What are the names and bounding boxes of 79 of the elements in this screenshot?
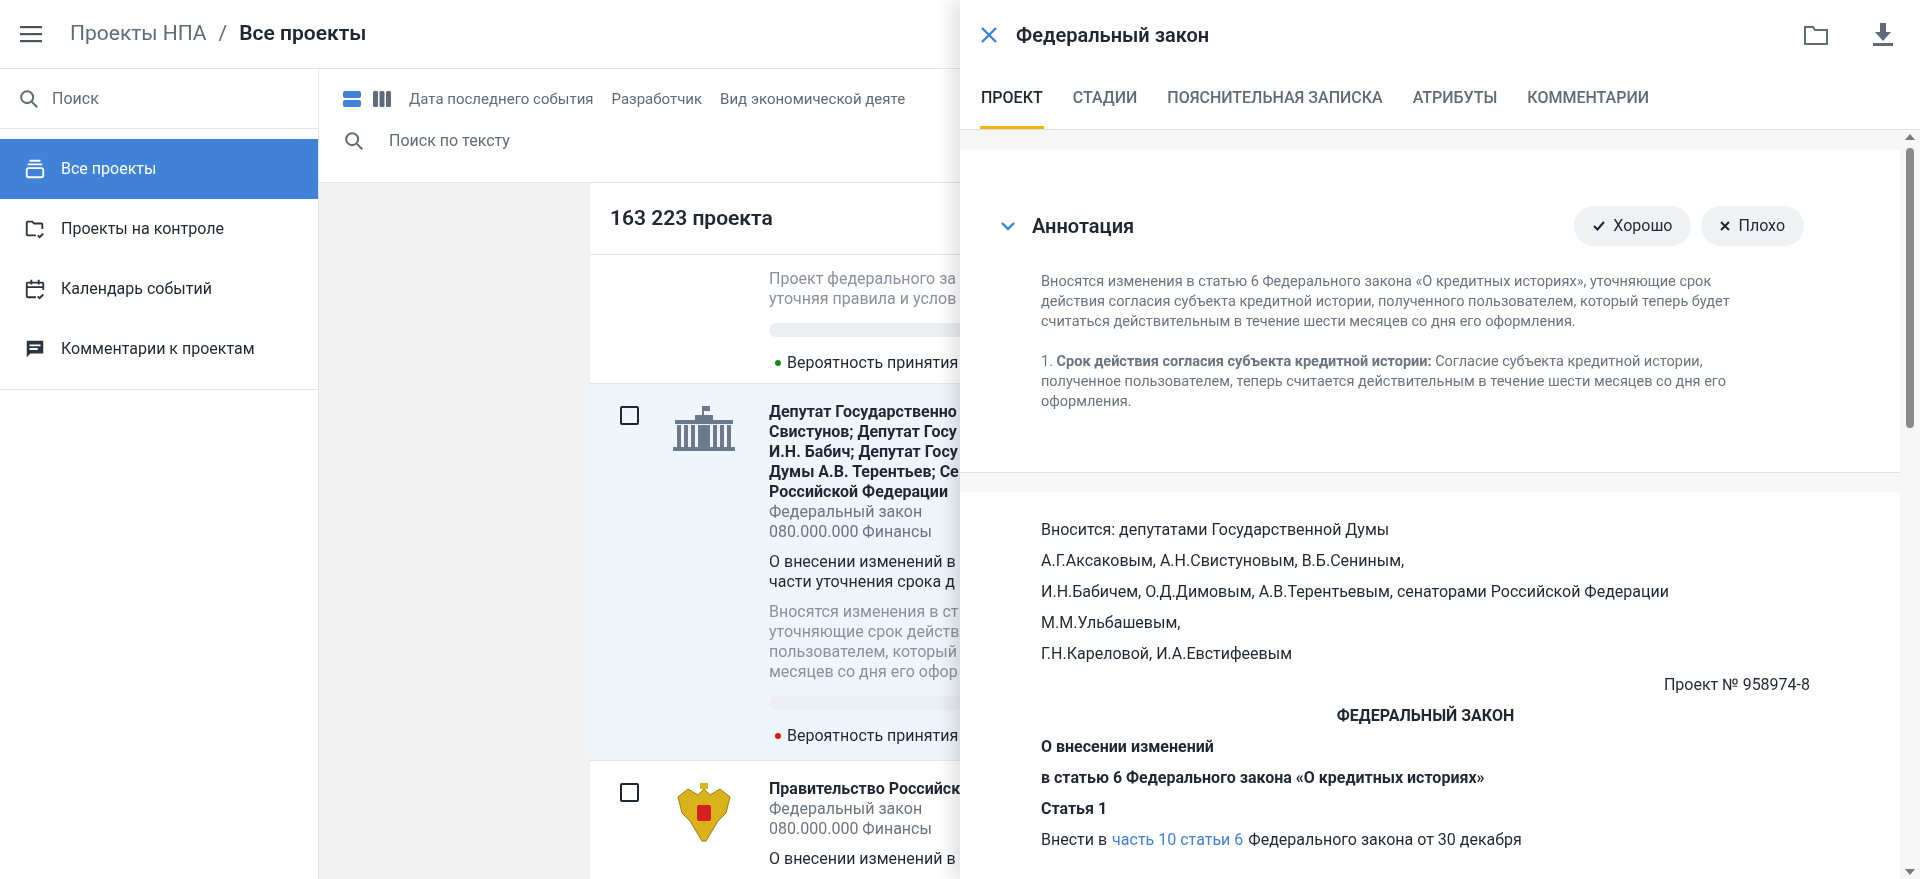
sidebar-item[interactable]: Все проекты: [0, 139, 318, 199]
sidebar-item[interactable]: Комментарии к проектам: [0, 319, 318, 379]
project-row[interactable]: [590, 384, 960, 761]
scrollbar-thumb[interactable]: [1906, 148, 1914, 428]
project-author: Депутат Государственно: [769, 402, 958, 422]
document-heading: ФЕДЕРАЛЬНЫЙ ЗАКОН: [1336, 704, 1515, 727]
annotation-paragraph: 1. Срок действия согласия субъекта кредитной истории: Согласие субъекта кредитной истории, полученное пользователем, теперь считается действительным в течение шести месяцев со дня его оформления.: [1041, 352, 1728, 412]
good-button[interactable]: Хорошо: [1574, 206, 1692, 246]
project-description: уточняя правила и услов: [769, 289, 958, 309]
panel-tab[interactable]: КОММЕНТАРИИ: [1526, 69, 1650, 129]
bad-button[interactable]: Плохо: [1701, 206, 1804, 246]
document-heading: Статья 1: [1041, 798, 1109, 820]
document-heading: в статью 6 Федерального закона «О кредитных историях»: [1041, 767, 1486, 789]
search-icon: [343, 130, 365, 152]
probability-label: Вероятность принятия: [787, 353, 959, 373]
project-title: части уточнения срока д: [769, 572, 956, 592]
filter-button[interactable]: Разработчик: [611, 87, 703, 111]
folder-check-icon: [24, 218, 46, 240]
panel-title: Федеральный закон: [1016, 21, 1211, 49]
document-heading: О внесении изменений: [1041, 736, 1215, 758]
project-title: О внесении изменений в: [769, 849, 957, 869]
document-link[interactable]: часть 10 статьи 6: [1112, 824, 1244, 855]
building-icon: [673, 406, 735, 452]
project-count: 163 223 проекта: [610, 204, 773, 232]
filter-button[interactable]: Вид экономической деяте: [720, 87, 906, 111]
section-title: Аннотация: [1032, 213, 1136, 240]
breadcrumb-item[interactable]: Проекты НПА: [70, 18, 207, 50]
project-category: 080.000.000 Финансы: [769, 819, 933, 839]
stack-icon: [24, 158, 46, 180]
menu-icon[interactable]: [20, 25, 42, 43]
checkbox[interactable]: [620, 406, 639, 425]
sidebar-item[interactable]: Проекты на контроле: [0, 199, 318, 259]
breadcrumb-item[interactable]: /: [218, 18, 228, 50]
document-line: А.Г.Аксаковым, А.Н.Свистуновым, В.Б.Сениным,: [1041, 550, 1406, 572]
panel-tab[interactable]: ПОЯСНИТЕЛЬНАЯ ЗАПИСКА: [1166, 69, 1384, 129]
column-view-button[interactable]: [373, 90, 391, 108]
project-description: пользователем, который: [769, 642, 958, 662]
project-category: 080.000.000 Финансы: [769, 522, 933, 542]
checkbox[interactable]: [620, 783, 639, 802]
project-author: И.Н. Бабич; Депутат Госу: [769, 442, 959, 462]
download-icon[interactable]: [1872, 22, 1894, 47]
project-description: Вносятся изменения в ст: [769, 602, 960, 622]
emblem-icon: [676, 783, 732, 845]
project-author: Свистунов; Депутат Госу: [769, 422, 958, 442]
breadcrumb-item: Все проекты: [239, 20, 367, 48]
sidebar-item[interactable]: Календарь событий: [0, 259, 318, 319]
probability-label: Вероятность принятия: [787, 726, 959, 746]
document-text: Федерального закона от 30 декабря: [1248, 829, 1522, 851]
panel-tab[interactable]: АТРИБУТЫ: [1411, 69, 1499, 129]
list-view-button[interactable]: [343, 90, 361, 108]
scroll-up-icon[interactable]: [1905, 134, 1915, 140]
document-line: Вносится: депутатами Государственной Думы: [1041, 519, 1391, 541]
check-icon: [1593, 221, 1606, 231]
document-line: И.Н.Бабичем, О.Д.Димовым, А.В.Терентьевым, сенаторами Российской Федерации: [1041, 581, 1670, 603]
project-description: уточняющие срок действ: [769, 622, 960, 642]
cross-icon: [1720, 221, 1731, 231]
project-number: Проект № 958974-8: [1663, 674, 1810, 696]
calendar-icon: [24, 278, 46, 300]
close-icon[interactable]: [980, 25, 998, 44]
project-author: Думы А.В. Терентьев; Се: [769, 462, 960, 482]
document-line: М.М.Ульбашевым,: [1041, 612, 1182, 634]
project-type: Федеральный закон: [769, 502, 924, 522]
search-icon: [18, 87, 40, 110]
scroll-down-icon[interactable]: [1905, 869, 1915, 875]
sidebar-search-field[interactable]: Поиск: [52, 86, 300, 111]
project-author: Российской Федерации: [769, 482, 949, 502]
folder-icon[interactable]: [1804, 24, 1828, 45]
annotation-paragraph: Вносятся изменения в статью 6 Федерального закона «О кредитных историях», уточняющие срок действия согласия субъекта кредитной истории, полученного пользователем, который теперь будет считаться действительным в течение шести месяцев со дня его оформления.: [1041, 272, 1731, 332]
project-description: Проект федерального за: [769, 269, 957, 289]
project-title: О внесении изменений в: [769, 552, 957, 572]
project-description: месяцев со дня его офор: [769, 662, 959, 682]
chevron-icon[interactable]: [1000, 221, 1016, 231]
project-author: Правительство Российск: [769, 779, 960, 799]
filter-button[interactable]: Дата последнего события: [409, 87, 594, 111]
panel-tab[interactable]: СТАДИИ: [1071, 69, 1139, 129]
project-type: Федеральный закон: [769, 799, 924, 819]
text-search-field[interactable]: Поиск по тексту: [389, 129, 936, 153]
document-text: Внести в: [1041, 829, 1108, 851]
document-line: Г.Н.Кареловой, И.А.Евстифеевым: [1041, 643, 1293, 665]
